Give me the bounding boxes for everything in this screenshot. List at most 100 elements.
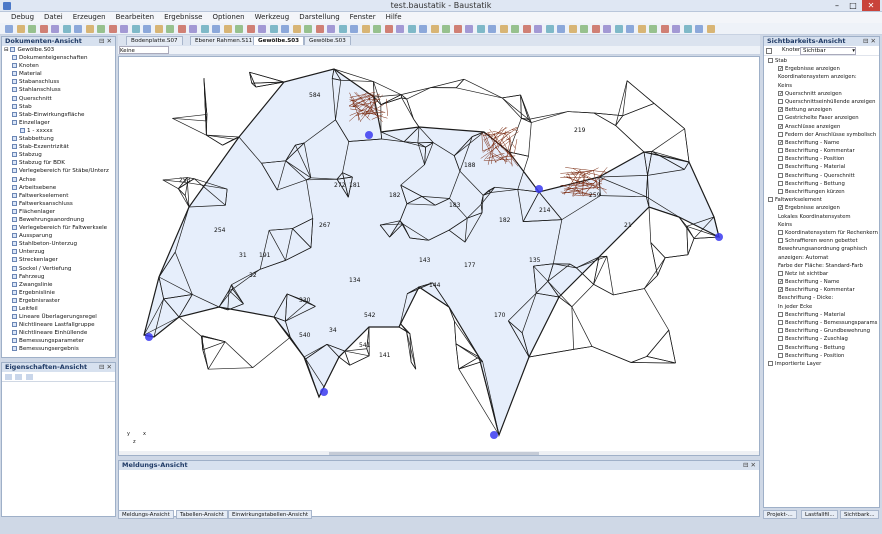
toolbar-tool-icon[interactable] <box>384 25 393 33</box>
toolbar-tool-icon[interactable] <box>499 25 508 33</box>
support-icon[interactable] <box>365 131 373 139</box>
visibility-option[interactable]: ✓ Bettung anzeigen <box>764 106 879 114</box>
tree-item[interactable]: Stahlanschluss <box>2 86 115 94</box>
toolbar-tool-icon[interactable] <box>465 25 473 33</box>
toolbar-tool-icon[interactable] <box>143 25 151 33</box>
visibility-option[interactable]: Beschriftung - Kommentar <box>764 147 879 155</box>
tree-item[interactable]: Fahrzeug <box>2 273 115 281</box>
pin-icon[interactable]: ⊟ ✕ <box>99 37 112 46</box>
menu-datei[interactable]: Datei <box>39 12 68 23</box>
menu-erzeugen[interactable]: Erzeugen <box>68 12 111 23</box>
toolbar-tool-icon[interactable] <box>522 25 531 33</box>
toolbar-tool-icon[interactable] <box>396 25 404 33</box>
tab-meldungs-ansicht[interactable]: Meldungs-Ansicht <box>118 510 174 519</box>
menu-debug[interactable]: Debug <box>6 12 39 23</box>
visibility-option[interactable]: Schraffieren wenn gebettet <box>764 237 879 245</box>
menu-werkzeug[interactable]: Werkzeug <box>250 12 295 23</box>
graphics-viewport[interactable]: 584 181 182 183 188 253 254 191 267 272 330 34 540 54… <box>118 56 760 456</box>
sort-alpha-icon[interactable] <box>15 374 22 380</box>
toolbar-tool-icon[interactable] <box>453 25 462 33</box>
checked-checkbox[interactable]: ✓ <box>778 205 783 211</box>
checkbox[interactable] <box>778 352 783 358</box>
workplane-select[interactable]: Keine Arbeitseben ▾ <box>119 46 169 62</box>
toolbar-tool-icon[interactable] <box>591 25 600 33</box>
tab-gewoelbe[interactable]: Gewölbe.S03 <box>304 36 351 45</box>
toolbar-tool-icon[interactable] <box>706 25 715 33</box>
tree-item[interactable]: Dokumenteigenschaften <box>2 54 115 62</box>
visibility-option[interactable]: Netz ist sichtbar <box>764 270 879 278</box>
toolbar-tool-icon[interactable] <box>419 25 427 33</box>
visibility-option[interactable]: Beschriftung - Bettung <box>764 344 879 352</box>
minimize-button[interactable]: – <box>830 0 844 11</box>
tree-item[interactable]: Bemessungsergebnis <box>2 345 115 353</box>
toolbar-tool-icon[interactable] <box>327 25 335 33</box>
checkbox[interactable] <box>778 164 783 170</box>
toolbar-tool-icon[interactable] <box>338 25 347 33</box>
tab-projekt[interactable]: Projekt-... <box>763 510 797 519</box>
visibility-option[interactable]: ✓ Beschriftung - Name <box>764 278 879 286</box>
tree-item[interactable]: Lineare Überlagerungsregel <box>2 313 115 321</box>
visibility-option[interactable]: Koordinatensystem für Rechenkern <box>764 229 879 237</box>
tree-item[interactable]: Bemessungsparameter <box>2 337 115 345</box>
toolbar-tool-icon[interactable] <box>614 25 623 33</box>
menu-optionen[interactable]: Optionen <box>207 12 249 23</box>
checked-checkbox[interactable]: ✓ <box>778 287 783 293</box>
tree-item[interactable]: Nichtlineare Einhüllende <box>2 329 115 337</box>
tree-item[interactable]: Stabzug für BDK <box>2 159 115 167</box>
visibility-option[interactable]: Beschriftung - Material <box>764 311 879 319</box>
visibility-option[interactable]: Gestrichelte Faser anzeigen <box>764 114 879 122</box>
toolbar-tool-icon[interactable] <box>637 25 646 33</box>
toolbar-tool-icon[interactable] <box>430 25 439 33</box>
tree-item[interactable]: Faltwerksanschluss <box>2 200 115 208</box>
toolbar-tool-icon[interactable] <box>177 25 186 33</box>
checkbox[interactable] <box>768 58 773 63</box>
toolbar-tool-icon[interactable] <box>511 25 519 33</box>
visibility-option[interactable]: Beschriftung - Material <box>764 163 879 171</box>
pin-icon[interactable]: ⊟ ✕ <box>863 37 876 46</box>
checkbox[interactable] <box>778 131 783 137</box>
visibility-option[interactable]: ✓ Beschriftung - Kommentar <box>764 286 879 294</box>
visibility-option[interactable]: ✓ Ergebnisse anzeigen <box>764 65 879 73</box>
visibility-option[interactable]: Faltwerkselement <box>764 196 879 204</box>
visibility-option[interactable]: ✓ Ergebnisse anzeigen <box>764 204 879 212</box>
tree-item[interactable]: Leitfeil <box>2 305 115 313</box>
tab-bodenplatte[interactable]: Bodenplatte.S07 <box>126 36 183 45</box>
toolbar-tool-icon[interactable] <box>97 25 105 33</box>
support-icon[interactable] <box>490 431 498 439</box>
toolbar-tool-icon[interactable] <box>16 25 25 33</box>
toolbar-tool-icon[interactable] <box>246 25 255 33</box>
visibility-option[interactable]: Beschriftung - Bettung <box>764 180 879 188</box>
toolbar-tool-icon[interactable] <box>108 25 117 33</box>
horizontal-scrollbar[interactable] <box>119 451 759 455</box>
menu-hilfe[interactable]: Hilfe <box>381 12 407 23</box>
toolbar-tool-icon[interactable] <box>580 25 588 33</box>
scrollbar-thumb[interactable] <box>329 452 539 455</box>
collapse-icon[interactable]: ⊟ <box>4 47 9 53</box>
support-icon[interactable] <box>320 388 328 396</box>
toolbar-tool-icon[interactable] <box>545 25 554 33</box>
tab-ebener-rahmen[interactable]: Ebener Rahmen.S11 <box>190 36 258 45</box>
property-pages-icon[interactable] <box>26 374 33 380</box>
tree-item[interactable]: Stabzug <box>2 151 115 159</box>
support-icon[interactable] <box>535 185 543 193</box>
toolbar-tool-icon[interactable] <box>626 25 634 33</box>
toolbar-tool-icon[interactable] <box>28 25 36 33</box>
tree-item[interactable]: Flächenlager <box>2 208 115 216</box>
visibility-option[interactable]: Federn der Anschlüsse symbolisch <box>764 131 879 139</box>
toolbar-tool-icon[interactable] <box>350 25 358 33</box>
checkbox[interactable] <box>778 229 783 235</box>
pin-icon[interactable]: ⊟ ✕ <box>99 363 112 372</box>
toolbar-tool-icon[interactable] <box>442 25 450 33</box>
tree-root[interactable]: ⊟ Gewölbe.S03 <box>2 46 115 54</box>
tree-item[interactable]: Aussparung <box>2 232 115 240</box>
tree-item[interactable]: Stab-Einwirkungsfläche <box>2 111 115 119</box>
tree-item[interactable]: Verlegebereich für Faltwerksele <box>2 224 115 232</box>
checkbox[interactable] <box>778 270 783 276</box>
toolbar-tool-icon[interactable] <box>120 25 128 33</box>
visibility-option[interactable]: Beschriftung - Position <box>764 352 879 360</box>
toolbar-tool-icon[interactable] <box>373 25 381 33</box>
tree-item[interactable]: Nichtlineare Lastfallgruppe <box>2 321 115 329</box>
toolbar-tool-icon[interactable] <box>281 25 289 33</box>
toolbar-tool-icon[interactable] <box>660 25 669 33</box>
tree-item[interactable]: Stab-Exzentrizität <box>2 143 115 151</box>
